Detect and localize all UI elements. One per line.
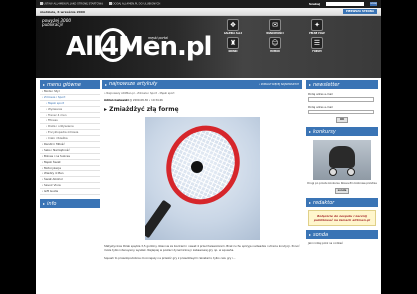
nav-field[interactable]: ✦ PEŁNE POLE: [296, 19, 338, 35]
newsletter-ok-button[interactable]: OK: [336, 117, 348, 123]
breadcrumb[interactable]: » Najnowszy All4Men.pl - Zdrowie i Sport…: [102, 89, 302, 96]
publications-tagline: powyżej 3000 publikacji!: [42, 18, 71, 28]
site-logo[interactable]: All4Men.pl: [66, 32, 212, 62]
search-button[interactable]: szukaj: [370, 1, 377, 7]
nav-drinks-label: DRINKI: [228, 50, 238, 53]
add-favorites-link[interactable]: DODAJ ALL4MEN.PL DO ULUBIONYCH: [109, 2, 161, 6]
newsletter-header: ▸ newsletter: [306, 80, 378, 89]
info-header: ▸ info: [40, 199, 100, 209]
drinks-icon: ♜: [227, 37, 239, 49]
news-icon: ✉: [269, 19, 281, 31]
top-utility-bar: USTAW ALL4MEN.PL JAKO STRONĘ STARTOWĄ DO…: [36, 0, 381, 8]
header-nav: ❖ GALERIA ALL4 ✉ WIADOMOŚCI ✦ PEŁNE POLE ♜ D…: [212, 19, 380, 53]
nav-gallery[interactable]: ❖ GALERIA ALL4: [212, 19, 254, 35]
main-menu-header: ▸ menu główne: [40, 80, 100, 89]
nav-news-label: WIADOMOŚCI: [266, 32, 284, 35]
redaktor-title: redaktor: [313, 200, 335, 207]
article-date: @ 2009-08-30 • 10:34:46: [129, 99, 163, 102]
racket-handle-shape: [144, 199, 172, 239]
see-more-link[interactable]: • ZOBACZ WIĘCEJ NAJNOWSZYCH: [259, 80, 299, 89]
racket-head-shape: [152, 117, 253, 217]
portal-subtitle: męski portal: [148, 36, 168, 40]
author-name[interactable]: Adrian Łaziewski: [104, 99, 129, 102]
left-column: ▸ menu główne › Moda i Styl › Zdrowie i Sp…: [40, 80, 100, 209]
email-field[interactable]: [308, 97, 374, 102]
arrow-icon: ▸: [309, 129, 312, 134]
set-homepage-label: USTAW ALL4MEN.PL JAKO STRONĘ STARTOWĄ: [43, 2, 104, 6]
article-lead: Statystycznie Polak spędza 3,5 godziny d…: [104, 244, 300, 252]
info-title: info: [47, 201, 57, 208]
arrow-icon: ▸: [43, 201, 46, 207]
email-label: Podaj adres e-mail: [308, 92, 333, 96]
sonda-button[interactable]: sonda: [335, 188, 349, 195]
redaktor-header: ▸ redaktor: [306, 198, 378, 208]
sidebar-item[interactable]: › Gift Guide: [40, 189, 100, 196]
squash-ball-shape: [190, 161, 203, 173]
article-title-text: Zmiażdżyć złą formę: [109, 106, 179, 113]
article-author: Adrian Łaziewski @ 2009-08-30 • 10:34:46: [102, 96, 302, 105]
nav-humor[interactable]: ☺ HUMOR: [254, 37, 296, 53]
nav-news[interactable]: ✉ WIADOMOŚCI: [254, 19, 296, 35]
set-homepage-link[interactable]: USTAW ALL4MEN.PL JAKO STRONĘ STARTOWĄ: [40, 2, 104, 6]
redaktor-promo[interactable]: Bołączcie do zespołu i zacznij publikowa…: [308, 210, 376, 227]
main-page-link[interactable]: PIERWSZA STRONA: [342, 9, 377, 14]
nav-drinks[interactable]: ♜ DRINKI: [212, 37, 254, 53]
nav-empty: [338, 19, 380, 35]
article-image[interactable]: [144, 117, 260, 240]
arrow-icon: ▸: [43, 82, 46, 87]
forum-icon: ☰: [311, 37, 323, 49]
main-menu-list: › Moda i Styl › Zdrowie i Sport › Męski sp…: [40, 89, 100, 196]
nav-gallery-label: GALERIA ALL4: [223, 32, 243, 35]
arrow-icon: ▸: [309, 232, 312, 238]
arrow-icon: ▸: [309, 82, 312, 87]
tagline-line2: publikacji!: [42, 22, 64, 28]
add-favorites-label: DODAJ ALL4MEN.PL DO ULUBIONYCH: [112, 2, 161, 6]
square-icon: [109, 2, 112, 5]
sonda-question: Jaki rodzaj poliz na codzień: [308, 242, 344, 246]
latest-articles-header: ▸ najnowsze artykuły • ZOBACZ WIĘCEJ NAJ…: [102, 80, 302, 89]
sonda-title: sonda: [313, 232, 329, 239]
arrow-icon: ▸: [309, 200, 312, 206]
field-icon: ✦: [311, 19, 323, 31]
email2-label: Podaj adres e-mail: [308, 104, 333, 109]
latest-articles-title: najnowsze artykuły: [109, 81, 158, 87]
square-icon: [40, 2, 43, 5]
wheel-shape: [329, 168, 337, 176]
humor-icon: ☺: [269, 37, 281, 49]
konkursy-header: ▸ konkursy: [306, 127, 378, 136]
nav-forum[interactable]: ☰ FORUM: [296, 37, 338, 53]
contest-text[interactable]: Drugi po prostu konkursu Rossi+Pin bobro…: [306, 182, 378, 185]
sonda-header: ▸ sonda: [306, 230, 378, 240]
stroller-shape: [329, 146, 355, 168]
search-label: Szukaj: [308, 2, 320, 6]
date-bar: niedziela, 6 września 2009 PIERWSZA STRO…: [36, 8, 381, 16]
article-title[interactable]: ▸ Zmiażdżyć złą formę: [102, 105, 302, 114]
wheel-shape: [347, 168, 355, 176]
konkursy-title: konkursy: [313, 129, 336, 135]
newsletter-title: newsletter: [313, 82, 340, 88]
main-content: ▸ najnowsze artykuły • ZOBACZ WIĘCEJ NAJ…: [102, 80, 302, 260]
contest-image[interactable]: [313, 140, 371, 180]
gallery-icon: ❖: [227, 19, 239, 31]
site-header: powyżej 3000 publikacji! All4Men.pl męsk…: [36, 16, 381, 78]
right-column: ▸ newsletter Podaj adres e-mail Podaj adr…: [306, 80, 378, 248]
current-date: niedziela, 6 września 2009: [40, 9, 85, 14]
search-input[interactable]: [326, 1, 364, 7]
nav-forum-label: FORUM: [312, 50, 322, 53]
nav-humor-label: HUMOR: [270, 50, 280, 53]
article-body: Squash to prawdopodobnie mocniejszy na p…: [104, 256, 236, 260]
arrow-icon: ▸: [105, 82, 108, 87]
email2-field[interactable]: [308, 109, 374, 114]
nav-field-label: PEŁNE POLE: [309, 32, 325, 35]
page: USTAW ALL4MEN.PL JAKO STRONĘ STARTOWĄ DO…: [36, 0, 381, 294]
main-menu-title: menu główne: [47, 82, 81, 88]
